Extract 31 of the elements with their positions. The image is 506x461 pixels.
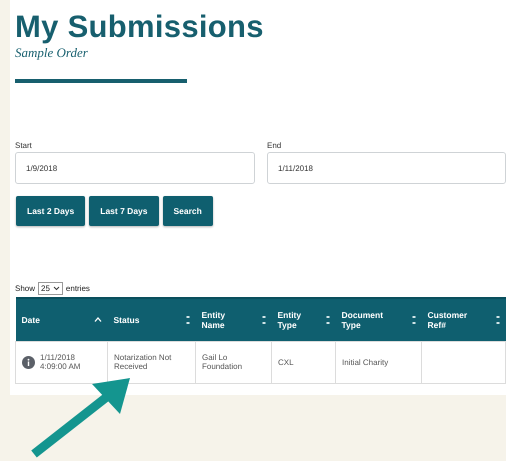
page-subtitle: Sample Order bbox=[15, 45, 89, 61]
entries-label: entries bbox=[66, 284, 90, 293]
sort-ascending-icon[interactable] bbox=[94, 317, 102, 322]
page-length-select[interactable]: 25 bbox=[38, 282, 63, 295]
field-label: End bbox=[267, 141, 282, 150]
show-label: Show bbox=[15, 284, 36, 293]
info-icon bbox=[22, 356, 35, 368]
column-header[interactable]: Date bbox=[16, 298, 108, 341]
filter-button[interactable]: Last 7 Days bbox=[89, 196, 158, 226]
date-field[interactable]: 1/9/2018 bbox=[15, 152, 255, 184]
sort-icon[interactable] bbox=[262, 314, 266, 325]
sort-icon[interactable] bbox=[412, 314, 416, 325]
column-header[interactable]: Customer Ref# bbox=[422, 298, 506, 341]
caret-icon[interactable] bbox=[52, 286, 60, 291]
table-cell: CXL bbox=[278, 358, 294, 366]
sort-icon[interactable] bbox=[496, 314, 500, 325]
date-field[interactable]: 1/11/2018 bbox=[267, 152, 506, 184]
sort-icon[interactable] bbox=[326, 314, 330, 325]
column-header[interactable]: Entity Type bbox=[272, 298, 336, 341]
filter-button[interactable]: Last 2 Days bbox=[16, 196, 86, 226]
table-cell-text: 1/11/2018 4:09:00 AM bbox=[40, 353, 82, 371]
column-header[interactable]: Status bbox=[108, 298, 196, 341]
column-header[interactable]: Document Type bbox=[336, 298, 422, 341]
table-cell: Notarization Not Received bbox=[114, 353, 172, 371]
filter-button[interactable]: Search bbox=[162, 196, 213, 226]
table-cell: Gail Lo Foundation bbox=[202, 353, 242, 371]
field-label: Start bbox=[15, 141, 33, 150]
table-cell: Initial Charity bbox=[342, 358, 388, 366]
page-title: My Submissions bbox=[15, 10, 265, 44]
sort-icon[interactable] bbox=[186, 314, 190, 325]
column-header[interactable]: Entity Name bbox=[196, 298, 272, 341]
